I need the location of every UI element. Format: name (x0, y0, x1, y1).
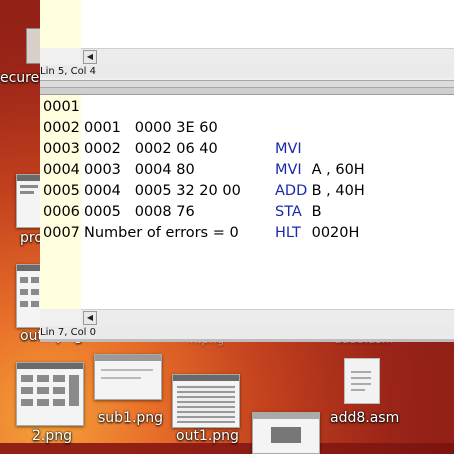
listing-line: 0004 0005 32 20 00 STA 0020H (81, 160, 454, 241)
listing-line: 0001 0000 3E 60 MVI A , 60H (81, 97, 454, 178)
desktop-icon-label: add8.asm (330, 410, 400, 426)
line-number: 0003 (43, 141, 80, 157)
top-horizontal-scrollbar[interactable]: ◀ (81, 48, 454, 65)
bottom-line-gutter: 0001 0002 0003 0004 0005 0006 0007 (40, 95, 81, 309)
mnemonic: HLT (275, 225, 301, 241)
bottom-horizontal-scrollbar[interactable]: ◀ (81, 309, 454, 326)
scroll-left-icon[interactable]: ◀ (83, 50, 97, 64)
desktop-icon-sub1[interactable]: sub1.png (92, 352, 164, 432)
listing-line: 0003 0004 80 ADD B (81, 139, 454, 220)
listing-text: Number of errors = 0 (84, 225, 239, 241)
desktop-icon-out1[interactable]: out1.png (170, 372, 242, 444)
bottom-status-bar: Lin 7, Col 0 (40, 326, 454, 339)
top-line-gutter (40, 0, 81, 48)
line-number: 0001 (43, 99, 80, 115)
pane-divider (40, 88, 454, 95)
listing-line: Number of errors = 0 (81, 202, 454, 241)
listing-pane[interactable]: 0001 0000 3E 60 MVI A , 60H 0002 0002 06… (81, 95, 454, 309)
desktop-icon-add8[interactable]: add8.asm (326, 356, 416, 436)
operands: 0020H (307, 225, 360, 241)
top-editor-pane[interactable] (81, 0, 454, 48)
listing-line: 0005 0008 76 HLT (81, 181, 454, 241)
cursor-position: Lin 5, Col 4 (40, 66, 97, 77)
line-number: 0005 (43, 183, 80, 199)
desktop-icon-label: out1.png (176, 428, 239, 444)
desktop-icon-pro[interactable]: pro (14, 172, 44, 252)
image-thumbnail-icon (172, 374, 240, 428)
line-number: 0004 (43, 162, 80, 178)
image-thumbnail-icon (16, 362, 84, 426)
listing-line: 0002 0002 06 40 MVI B , 40H (81, 118, 454, 199)
line-number: 0002 (43, 120, 80, 136)
desktop-icon-thumb[interactable] (250, 410, 320, 454)
image-thumbnail-icon (252, 412, 320, 454)
desktop-icon-securefile[interactable]: ecureB (0, 0, 49, 90)
desktop-icon-label: sub1.png (98, 410, 164, 426)
line-number: 0007 (43, 225, 80, 241)
assembler-editor-window: ◀ Lin 5, Col 4 0001 0002 0003 0004 0005 … (40, 0, 454, 342)
top-status-bar: Lin 5, Col 4 (40, 65, 454, 78)
cursor-position: Lin 7, Col 0 (40, 327, 97, 338)
image-thumbnail-icon (94, 354, 162, 400)
window-bottom-edge (40, 339, 454, 342)
pane-splitter[interactable] (40, 80, 454, 88)
desktop-icon-2png[interactable]: 2.png (14, 360, 86, 444)
text-file-icon (344, 358, 380, 404)
scroll-left-icon[interactable]: ◀ (83, 311, 97, 325)
line-number: 0006 (43, 204, 80, 220)
desktop-icon-label: 2.png (32, 428, 73, 444)
